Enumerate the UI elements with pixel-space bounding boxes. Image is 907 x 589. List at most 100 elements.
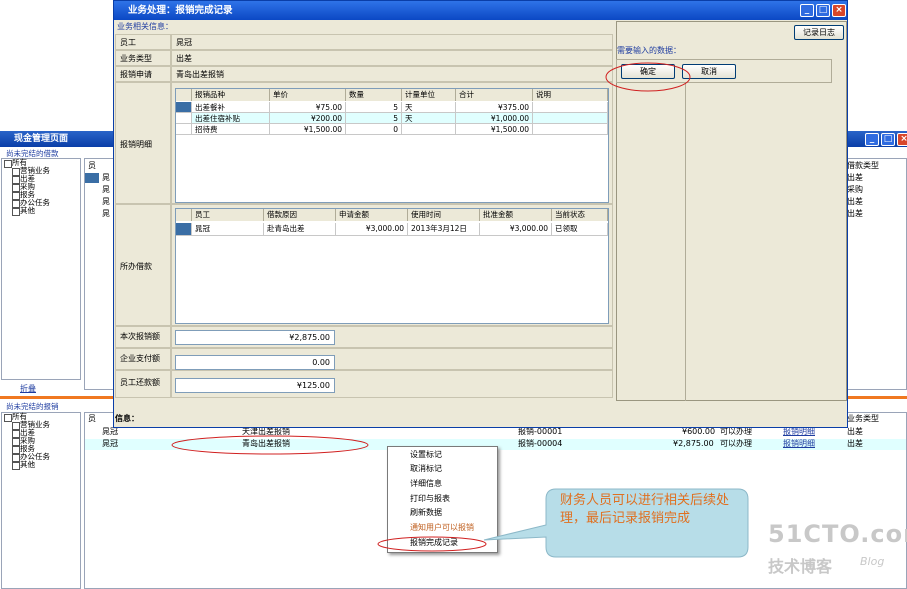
table-cell[interactable]: 赴青岛出差 [264, 223, 336, 236]
field-value: 出差 [176, 54, 192, 63]
watermark-sub: 技术博客 [768, 557, 833, 576]
field-value: 青岛出差报销 [176, 70, 224, 79]
filter-tree-bottom: 所有 营销业务 出差 采购 报务 办公任务 其他 [1, 412, 81, 589]
table-cell: 报销-00001 [518, 427, 563, 436]
column-header: 员 [88, 414, 96, 423]
maximize-icon[interactable]: □ [881, 133, 895, 146]
table-cell[interactable]: ¥200.00 [270, 113, 346, 124]
filter-tree-top: 所有 营销业务 出差 采购 报务 办公任务 其他 [1, 158, 81, 380]
column-header-type: 借款类型 [847, 161, 879, 170]
column-header: 计量单位 [402, 89, 456, 101]
detail-link[interactable]: 报销明细 [783, 439, 815, 449]
tree-item[interactable]: 其他 [10, 207, 80, 216]
company-payment-field[interactable]: 0.00 [175, 355, 335, 370]
tree-item[interactable]: 其他 [10, 461, 80, 470]
column-header: 员工 [192, 209, 264, 221]
table-cell[interactable]: ¥75.00 [270, 102, 346, 113]
column-header: 当前状态 [552, 209, 608, 221]
table-cell: 出差 [847, 439, 863, 448]
table-cell[interactable]: 5 [346, 102, 402, 113]
column-header: 单价 [270, 89, 346, 101]
table-cell: 晁冠 [102, 427, 118, 436]
loan-grid: 员工 借款原因 申请金额 使用时间 批准金额 当前状态 晁冠 赴青岛出差 ¥3,… [175, 208, 609, 324]
field-value: 晁冠 [176, 38, 192, 47]
table-cell[interactable]: ¥1,000.00 [456, 113, 533, 124]
table-cell[interactable]: 招待费 [192, 124, 270, 135]
table-row[interactable]: 晁 [102, 209, 110, 219]
maximize-icon[interactable]: □ [816, 4, 830, 17]
table-cell[interactable] [533, 102, 608, 113]
table-cell[interactable]: 5 [346, 113, 402, 124]
table-cell[interactable]: 0 [346, 124, 402, 135]
sum-label: 员工还款额 [120, 378, 160, 387]
row-selector[interactable] [176, 113, 192, 124]
column-header: 员 [88, 161, 96, 170]
table-cell[interactable]: ¥3,000.00 [480, 223, 552, 236]
ok-highlight-ellipse [605, 62, 691, 92]
table-cell: 采购 [847, 185, 863, 194]
table-cell[interactable]: 出差餐补 [192, 102, 270, 113]
row-selector[interactable] [176, 102, 192, 113]
row-selector[interactable] [176, 223, 192, 236]
menu-item-refresh[interactable]: 刷新数据 [410, 507, 442, 519]
table-cell: 出差 [847, 173, 863, 182]
menu-item-set-mark[interactable]: 设置标记 [410, 449, 442, 461]
table-row[interactable]: 晁 [102, 173, 110, 183]
table-cell: 报销-00004 [518, 439, 563, 448]
column-header-type: 业务类型 [847, 414, 879, 423]
reimbursement-amount-field[interactable]: ¥2,875.00 [175, 330, 335, 345]
menu-highlight-ellipse [377, 536, 487, 552]
column-header: 数量 [346, 89, 402, 101]
log-button[interactable]: 记录日志 [794, 25, 844, 40]
table-cell[interactable]: 天 [402, 102, 456, 113]
detail-label: 报销明细 [120, 140, 152, 149]
dialog-title-bar: 业务处理：报销完成记录 _ □ × [114, 1, 847, 20]
dialog-window: 业务处理：报销完成记录 _ □ × 业务相关信息： 员工 晁冠 业务类型 出差 … [113, 0, 848, 428]
table-cell[interactable]: ¥3,000.00 [336, 223, 408, 236]
table-cell[interactable]: 天 [402, 113, 456, 124]
table-cell[interactable]: 已领取 [552, 223, 608, 236]
highlight-ellipse [171, 435, 369, 455]
detail-link[interactable]: 报销明细 [783, 427, 815, 437]
column-header: 批准金额 [480, 209, 552, 221]
watermark-brand: 51CTO.com [768, 520, 907, 548]
table-cell: 可以办理 [720, 439, 752, 448]
table-cell[interactable]: 2013年3月12日 [408, 223, 480, 236]
column-header: 借款原因 [264, 209, 336, 221]
table-cell: ¥2,875.00 [673, 439, 714, 448]
minimize-icon[interactable]: _ [865, 133, 879, 146]
table-cell[interactable] [533, 113, 608, 124]
table-cell: ¥600.00 [682, 427, 716, 436]
window-title: 现金管理页面 [14, 134, 69, 144]
sum-label: 企业支付额 [120, 354, 160, 363]
menu-item-cancel-mark[interactable]: 取消标记 [410, 463, 442, 475]
section-label: 业务相关信息： [117, 22, 173, 31]
close-icon[interactable]: × [897, 133, 907, 146]
table-cell: 晁冠 [102, 439, 118, 448]
table-row[interactable]: 晁 [102, 197, 110, 207]
row-selector[interactable] [176, 124, 192, 135]
menu-item-notify[interactable]: 通知用户可以报销 [410, 522, 474, 534]
column-header: 报销品种 [192, 89, 270, 101]
table-cell[interactable]: ¥375.00 [456, 102, 533, 113]
sum-label: 本次报销额 [120, 332, 160, 341]
table-cell: 出差 [847, 427, 863, 436]
table-cell: 出差 [847, 197, 863, 206]
column-header: 说明 [533, 89, 608, 101]
close-icon[interactable]: × [832, 4, 846, 17]
table-cell[interactable] [402, 124, 456, 135]
table-cell[interactable]: ¥1,500.00 [456, 124, 533, 135]
table-row[interactable]: 晁 [102, 185, 110, 195]
loan-label: 所办借款 [120, 262, 152, 271]
minimize-icon[interactable]: _ [800, 4, 814, 17]
employee-repayment-field[interactable]: ¥125.00 [175, 378, 335, 393]
info-label: 信息： [115, 414, 139, 423]
table-cell[interactable]: 出差住宿补贴 [192, 113, 270, 124]
collapse-link[interactable]: 折叠 [20, 383, 36, 394]
table-cell[interactable]: 晁冠 [192, 223, 264, 236]
menu-item-print[interactable]: 打印与报表 [410, 493, 450, 505]
menu-item-details[interactable]: 详细信息 [410, 478, 442, 490]
table-cell[interactable] [533, 124, 608, 135]
watermark-blog: Blog [860, 555, 885, 568]
table-cell[interactable]: ¥1,500.00 [270, 124, 346, 135]
